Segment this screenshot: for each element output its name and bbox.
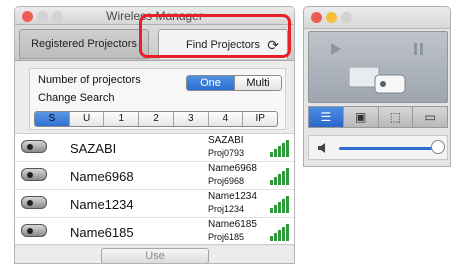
tab-registered-projectors[interactable]: Registered Projectors — [19, 29, 149, 59]
number-of-projectors-label: Number of projectors — [38, 74, 141, 86]
projector-icon — [21, 140, 47, 153]
volume-slider-thumb[interactable] — [431, 140, 445, 154]
pause-icon[interactable] — [412, 42, 426, 56]
use-button[interactable]: Use — [101, 248, 209, 263]
zoom-window-button[interactable] — [341, 12, 352, 23]
speaker-icon[interactable] — [317, 142, 331, 154]
play-icon[interactable] — [329, 42, 343, 56]
projector-row[interactable]: Name1234 Name1234 Proj1234 — [15, 190, 294, 218]
search-option-u[interactable]: U — [68, 112, 104, 126]
projector-name: Name6968 — [70, 169, 134, 184]
projector-sub-name: Name1234 — [208, 191, 257, 202]
projector-sub-id: Proj1234 — [208, 204, 245, 214]
search-option-3[interactable]: 3 — [172, 112, 208, 126]
tab-registered-label: Registered Projectors — [31, 38, 137, 50]
find-projectors-highlight — [139, 14, 291, 58]
projector-row[interactable]: Name6968 Name6968 Proj6968 — [15, 162, 294, 190]
control-toolbar: ☰ ▣ ⬚ ▭ — [308, 106, 448, 128]
multi-option-button[interactable]: Multi — [233, 76, 281, 90]
volume-control — [308, 135, 448, 160]
projector-row[interactable]: SAZABI SAZABI Proj0793 — [15, 134, 294, 162]
projector-row[interactable]: Name6185 Name6185 Proj6185 — [15, 218, 294, 246]
projector-sub-name: Name6968 — [208, 163, 257, 174]
projector-sub-name: SAZABI — [208, 135, 244, 146]
number-of-projectors-toggle: One Multi — [186, 75, 282, 91]
projector-sub-id: Proj6968 — [208, 176, 245, 186]
projector-icon — [21, 196, 47, 209]
search-option-s[interactable]: S — [35, 112, 69, 126]
projector-list: SAZABI SAZABI Proj0793 Name6968 Name6968… — [15, 133, 294, 246]
selection-icon[interactable]: ⬚ — [377, 107, 413, 127]
projector-name: Name1234 — [70, 197, 134, 212]
list-view-icon[interactable]: ☰ — [309, 107, 343, 127]
signal-strength-icon — [270, 196, 289, 213]
volume-slider-track[interactable] — [339, 147, 439, 150]
projector-name: SAZABI — [70, 141, 117, 156]
search-option-2[interactable]: 2 — [138, 112, 173, 126]
briefcase-icon[interactable]: ▣ — [342, 107, 378, 127]
projector-sub-name: Name6185 — [208, 219, 257, 230]
signal-strength-icon — [270, 224, 289, 241]
playback-controls-panel — [308, 31, 448, 103]
one-option-button[interactable]: One — [187, 76, 234, 90]
change-search-segmented-control: S U 1 2 3 4 IP — [34, 111, 278, 127]
projector-icon — [21, 168, 47, 181]
signal-strength-icon — [270, 168, 289, 185]
search-option-ip[interactable]: IP — [242, 112, 277, 126]
close-window-button[interactable] — [311, 12, 322, 23]
control-window: ☰ ▣ ⬚ ▭ — [303, 6, 451, 167]
search-option-1[interactable]: 1 — [103, 112, 138, 126]
minimize-window-button[interactable] — [326, 12, 337, 23]
search-option-4[interactable]: 4 — [207, 112, 243, 126]
projector-icon — [21, 224, 47, 237]
projector-display-icon — [349, 67, 406, 94]
projector-sub-id: Proj6185 — [208, 232, 245, 242]
settings-panel: Number of projectors One Multi Change Se… — [29, 68, 286, 130]
control-window-titlebar — [304, 7, 450, 29]
display-toggle-icon[interactable]: ▭ — [412, 107, 447, 127]
change-search-label: Change Search — [38, 92, 115, 104]
projector-name: Name6185 — [70, 225, 134, 240]
projector-sub-id: Proj0793 — [208, 148, 245, 158]
signal-strength-icon — [270, 140, 289, 157]
